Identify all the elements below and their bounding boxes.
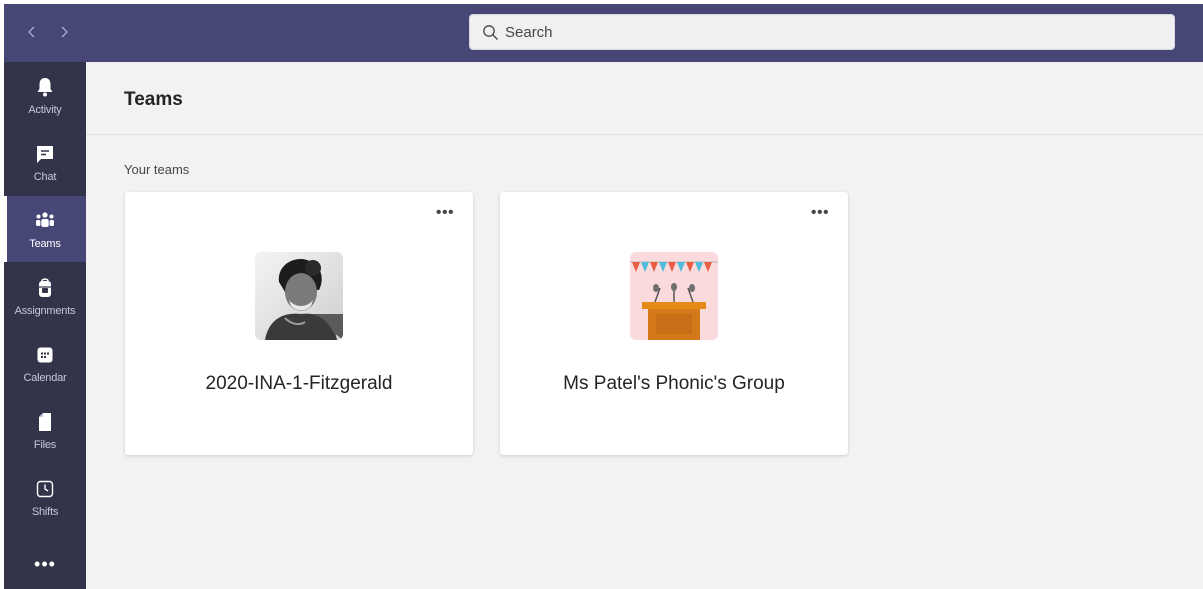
page-header: Teams	[86, 62, 1203, 135]
chevron-left-icon	[28, 26, 35, 38]
search-icon	[483, 25, 498, 40]
rail-item-assignments[interactable]: Assignments	[4, 263, 86, 329]
rail-label: Assignments	[14, 305, 76, 317]
backpack-icon	[39, 278, 51, 297]
more-options-button[interactable]: •••	[808, 205, 832, 226]
rail-item-files[interactable]: Files	[4, 397, 86, 463]
rail-label: Chat	[33, 171, 57, 183]
search-input[interactable]: Search	[469, 14, 1175, 50]
chat-icon	[37, 146, 53, 163]
bell-icon	[37, 78, 53, 97]
team-card-patel[interactable]: ••• Ms Patel's Phonic's Group	[500, 192, 848, 455]
search-placeholder: Search	[505, 24, 553, 41]
rail-label: Teams	[29, 238, 61, 250]
chevron-right-icon	[61, 26, 68, 38]
calendar-icon	[37, 347, 53, 363]
clock-icon	[36, 480, 54, 498]
rail-label: Calendar	[23, 372, 67, 384]
rail-item-shifts[interactable]: Shifts	[4, 464, 86, 530]
teams-icon	[36, 212, 54, 227]
rail-label: Files	[33, 439, 57, 451]
section-label: Your teams	[124, 162, 190, 177]
team-avatar	[630, 252, 718, 340]
team-name: 2020-INA-1-Fitzgerald	[205, 373, 393, 394]
teams-window: Search Activity Chat Teams Assignments C…	[4, 4, 1203, 589]
rail-item-teams[interactable]: Teams	[4, 196, 86, 262]
team-name: Ms Patel's Phonic's Group	[563, 373, 785, 394]
rail-item-activity[interactable]: Activity	[4, 62, 86, 128]
back-button[interactable]	[22, 22, 42, 44]
more-options-button[interactable]: •••	[433, 205, 457, 226]
more-apps-button[interactable]: •••	[4, 555, 86, 581]
portrait-photo	[255, 252, 343, 340]
rail-label: Shifts	[31, 506, 59, 518]
rail-item-chat[interactable]: Chat	[4, 129, 86, 195]
podium-illustration	[630, 252, 718, 340]
top-bar: Search	[4, 4, 1203, 62]
rail-label: Activity	[28, 104, 62, 116]
file-icon	[39, 413, 51, 431]
forward-button[interactable]	[54, 22, 74, 44]
rail-item-calendar[interactable]: Calendar	[4, 330, 86, 396]
app-bar: Activity Chat Teams Assignments Calendar…	[4, 62, 86, 589]
team-card-fitzgerald[interactable]: ••• 2020-INA-1-Fitzgerald	[125, 192, 473, 455]
team-avatar	[255, 252, 343, 340]
page-title: Teams	[124, 89, 183, 110]
